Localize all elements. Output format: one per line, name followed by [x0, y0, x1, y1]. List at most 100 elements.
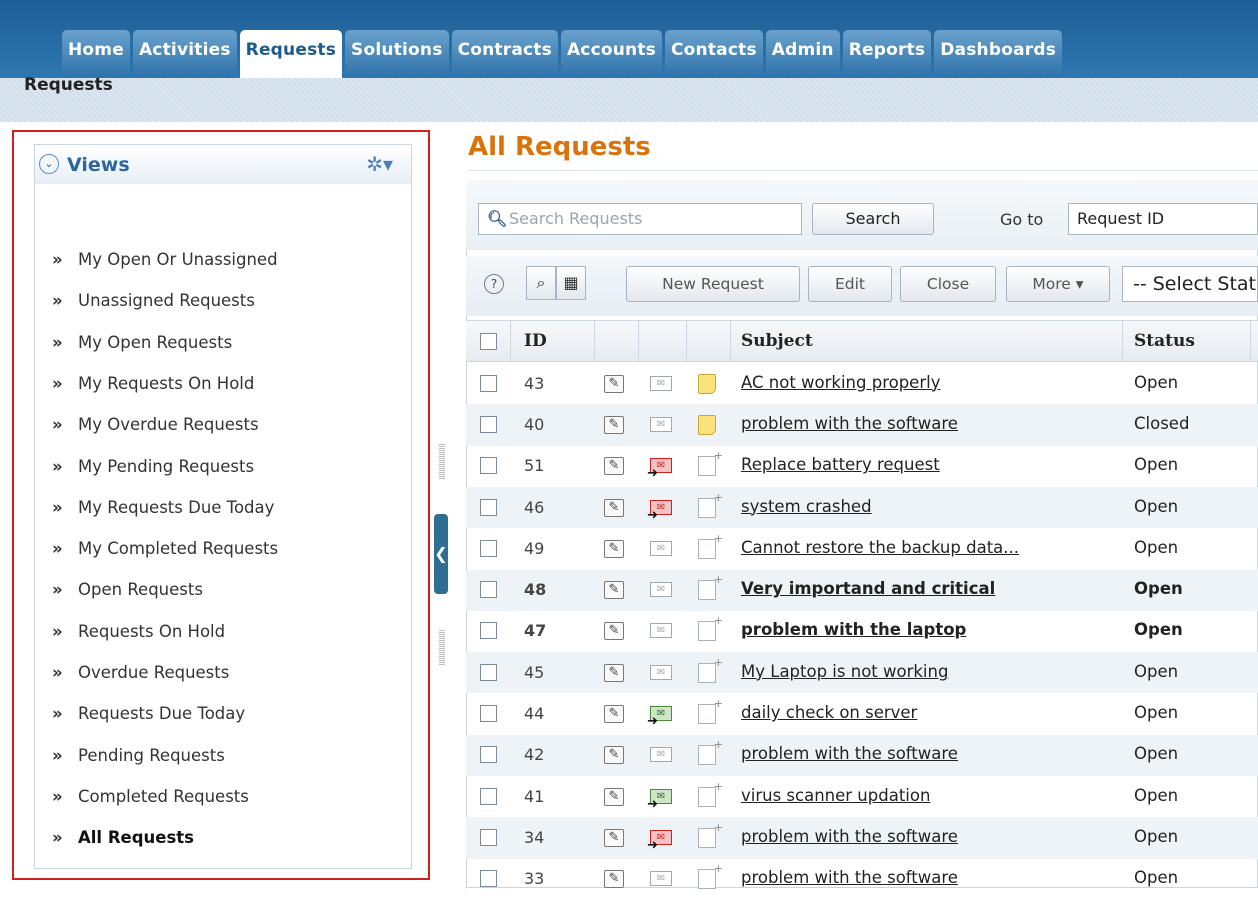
new-request-button[interactable]: New Request [626, 266, 800, 302]
tab-solutions[interactable]: Solutions [345, 30, 449, 78]
mail-icon[interactable]: ✉ [650, 416, 672, 432]
edit-icon[interactable]: ✎ [604, 457, 624, 476]
mail-icon[interactable]: ✉ [650, 623, 672, 639]
request-subject-link[interactable]: problem with the software [741, 827, 958, 846]
tab-reports[interactable]: Reports [842, 30, 932, 78]
tab-accounts[interactable]: Accounts [560, 30, 662, 78]
edit-icon[interactable]: ✎ [604, 828, 624, 847]
note-icon[interactable] [698, 449, 723, 477]
gear-icon[interactable]: ✲▾ [366, 152, 393, 176]
sidebar-item-my-overdue-requests[interactable]: » My Overdue Requests [52, 415, 259, 434]
note-icon[interactable] [698, 738, 723, 766]
edit-icon[interactable]: ✎ [604, 539, 624, 558]
row-checkbox[interactable] [480, 498, 497, 516]
mail-icon[interactable]: ✉ [650, 747, 672, 763]
edit-button[interactable]: Edit [808, 266, 892, 302]
note-icon[interactable] [698, 532, 723, 559]
edit-icon[interactable]: ✎ [604, 705, 624, 724]
note-icon[interactable] [698, 862, 723, 890]
more-button[interactable]: More ▾ [1006, 266, 1110, 302]
tab-requests[interactable]: Requests [239, 30, 343, 78]
tab-dashboards[interactable]: Dashboards [934, 30, 1063, 78]
sidebar-item-my-open-or-unassigned[interactable]: » My Open Or Unassigned [52, 250, 278, 269]
mail-icon[interactable]: ✉ [650, 582, 672, 598]
row-checkbox[interactable] [480, 539, 497, 557]
edit-icon[interactable]: ✎ [604, 581, 624, 600]
columns-icon[interactable]: ▦ [556, 266, 586, 300]
request-subject-link[interactable]: virus scanner updation [741, 786, 930, 805]
sidebar-item-requests-due-today[interactable]: » Requests Due Today [52, 704, 245, 723]
close-button[interactable]: Close [900, 266, 996, 302]
edit-icon[interactable]: ✎ [604, 374, 624, 393]
sidebar-item-my-requests-on-hold[interactable]: » My Requests On Hold [52, 374, 254, 393]
request-subject-link[interactable]: AC not working properly [741, 373, 940, 392]
edit-icon[interactable]: ✎ [604, 787, 624, 806]
note-icon[interactable] [698, 821, 723, 848]
mail-icon[interactable]: ✉ [650, 375, 672, 391]
sidebar-item-my-pending-requests[interactable]: » My Pending Requests [52, 457, 254, 476]
collapse-arrow-icon[interactable]: ❮ [434, 514, 448, 594]
search-button[interactable]: Search [812, 203, 934, 235]
request-subject-link[interactable]: system crashed [741, 497, 872, 516]
sidebar-item-my-open-requests[interactable]: » My Open Requests [52, 333, 232, 352]
request-subject-link[interactable]: problem with the software [741, 414, 958, 433]
note-icon[interactable] [698, 491, 723, 518]
row-checkbox[interactable] [480, 663, 497, 681]
request-subject-link[interactable]: problem with the software [741, 868, 958, 887]
sidebar-item-completed-requests[interactable]: » Completed Requests [52, 787, 249, 806]
select-all-checkbox[interactable] [480, 333, 497, 350]
sidebar-item-pending-requests[interactable]: » Pending Requests [52, 746, 225, 765]
goto-select[interactable]: Request ID [1068, 203, 1258, 235]
mail-icon[interactable]: ✉ [650, 664, 672, 680]
row-checkbox[interactable] [480, 622, 497, 640]
sidebar-item-unassigned-requests[interactable]: » Unassigned Requests [52, 291, 255, 310]
column-header-subject[interactable]: Subject [741, 331, 813, 351]
status-filter-select[interactable]: -- Select Status -- [1122, 266, 1258, 302]
note-icon[interactable] [698, 414, 716, 435]
note-icon[interactable] [698, 697, 723, 725]
search-icon[interactable]: ⌕ [526, 266, 556, 300]
sidebar-item-open-requests[interactable]: » Open Requests [52, 580, 203, 599]
sidebar-item-overdue-requests[interactable]: » Overdue Requests [52, 663, 229, 682]
note-icon[interactable] [698, 780, 723, 807]
sidebar-item-my-requests-due-today[interactable]: » My Requests Due Today [52, 498, 274, 517]
request-subject-link[interactable]: Replace battery request [741, 455, 940, 474]
request-subject-link[interactable]: Cannot restore the backup data... [741, 538, 1019, 557]
row-checkbox[interactable] [480, 870, 497, 888]
column-header-id[interactable]: ID [524, 331, 547, 351]
tab-activities[interactable]: Activities [132, 30, 237, 78]
note-icon[interactable] [698, 656, 723, 683]
help-icon[interactable]: ? [484, 274, 504, 294]
edit-icon[interactable]: ✎ [604, 746, 624, 765]
mail-icon[interactable]: ✉ ➜ [647, 499, 672, 522]
mail-icon[interactable]: ✉ ➜ [647, 829, 672, 852]
row-checkbox[interactable] [480, 457, 497, 475]
mail-icon[interactable]: ✉ ➜ [647, 706, 672, 728]
row-checkbox[interactable] [480, 828, 497, 846]
row-checkbox[interactable] [480, 415, 497, 433]
note-icon[interactable] [698, 614, 723, 642]
edit-icon[interactable]: ✎ [604, 498, 624, 517]
panel-splitter[interactable]: ❮ [432, 430, 450, 666]
splitter-grip-bottom[interactable] [439, 630, 445, 666]
row-checkbox[interactable] [480, 787, 497, 805]
mail-icon[interactable]: ✉ [650, 540, 672, 556]
sidebar-item-all-requests[interactable]: » All Requests [52, 828, 194, 847]
tab-contacts[interactable]: Contacts [664, 30, 763, 78]
tab-admin[interactable]: Admin [765, 30, 840, 78]
request-subject-link[interactable]: Very importand and critical [741, 579, 995, 598]
splitter-grip-top[interactable] [439, 444, 445, 480]
search-input[interactable]: 🔍︎ Search Requests [478, 203, 802, 235]
column-header-status[interactable]: Status [1134, 331, 1195, 351]
tab-home[interactable]: Home [62, 30, 130, 78]
request-subject-link[interactable]: My Laptop is not working [741, 662, 948, 681]
row-checkbox[interactable] [480, 705, 497, 723]
edit-icon[interactable]: ✎ [604, 663, 624, 682]
request-subject-link[interactable]: problem with the laptop [741, 620, 966, 639]
request-subject-link[interactable]: problem with the software [741, 744, 958, 763]
sidebar-item-my-completed-requests[interactable]: » My Completed Requests [52, 539, 278, 558]
row-checkbox[interactable] [480, 581, 497, 599]
mail-icon[interactable]: ✉ ➜ [647, 458, 672, 480]
request-subject-link[interactable]: daily check on server [741, 703, 917, 722]
edit-icon[interactable]: ✎ [604, 622, 624, 641]
